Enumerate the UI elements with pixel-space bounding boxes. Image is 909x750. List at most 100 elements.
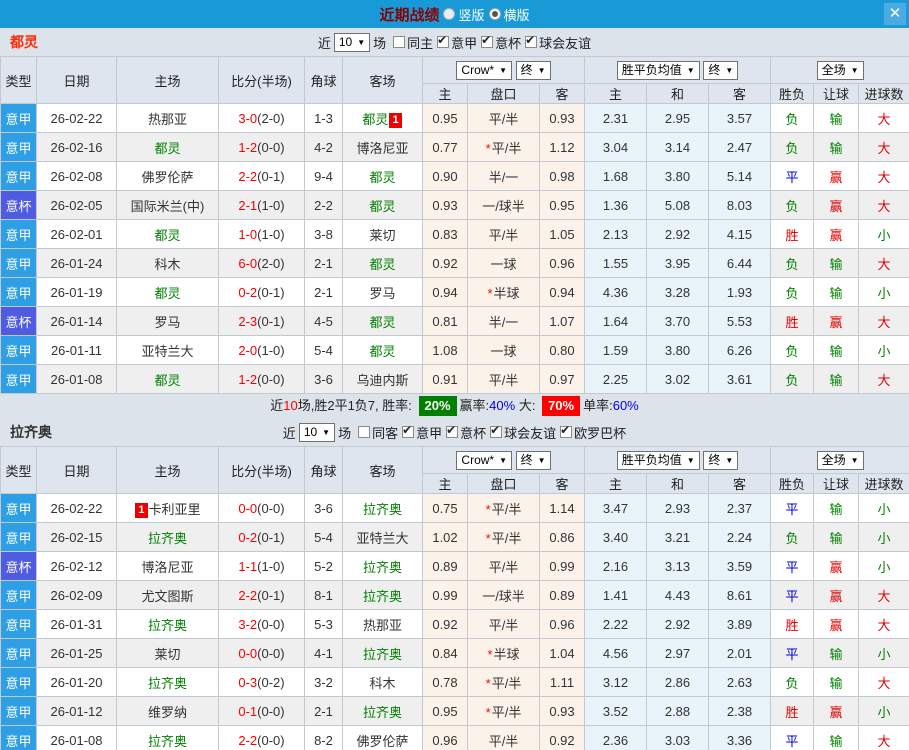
bookmaker-select[interactable]: Crow* ▼ — [456, 450, 513, 470]
handicap-line-cell: 一球 — [467, 248, 540, 278]
handicap-result-cell: 赢 — [813, 161, 860, 191]
halftime-score: (1-0) — [257, 226, 285, 242]
horizontal-layout-radio[interactable]: 横版 — [488, 5, 530, 24]
odds-home-cell: 0.77 — [422, 132, 468, 162]
bookmaker-select[interactable]: Crow* ▼ — [456, 60, 513, 80]
goals-result-cell: 大 — [858, 725, 909, 750]
filter-checkbox-欧罗巴杯[interactable]: 欧罗巴杯 — [560, 423, 626, 442]
avg-type-select[interactable]: 胜平负均值 ▼ — [616, 60, 700, 80]
avg-time-select[interactable]: 终 ▼ — [703, 450, 739, 470]
outcome-cell: 平 — [770, 551, 815, 581]
filter-checkbox-意杯[interactable]: 意杯 — [481, 33, 521, 52]
handicap-line-cell: 半/一 — [467, 161, 540, 191]
team-label: 热那亚 — [362, 617, 402, 633]
team-label: 都灵 — [154, 372, 181, 388]
away-team-cell: 拉齐奥 — [342, 696, 423, 726]
filter-checkbox-球会友谊[interactable]: 球会友谊 — [525, 33, 591, 52]
avg-away-cell: 2.24 — [707, 522, 772, 552]
fulltime-score: 6-0 — [238, 255, 258, 271]
goals-result-cell: 大 — [858, 103, 909, 133]
odds-time-select[interactable]: 终 ▼ — [515, 450, 551, 470]
radio-icon — [443, 8, 456, 20]
outcome-cell: 负 — [770, 248, 815, 278]
filter-checkbox-label: 球会友谊 — [504, 425, 557, 441]
halftime-score: (0-0) — [257, 645, 285, 661]
halftime-score: (0-0) — [257, 703, 285, 719]
league-cell: 意杯 — [0, 306, 37, 336]
outcome-cell: 胜 — [770, 696, 815, 726]
close-button[interactable]: ✕ — [884, 3, 906, 25]
filter-checkbox-label: 球会友谊 — [539, 35, 592, 51]
away-team-cell: 都灵 1 — [342, 103, 423, 133]
score-cell: 3-0(2-0) — [218, 103, 305, 133]
near-count-select[interactable]: 10 ▼ — [298, 422, 336, 442]
odds-home-cell: 0.83 — [422, 219, 468, 249]
filter-checkbox-球会友谊[interactable]: 球会友谊 — [490, 423, 556, 442]
subcol-line: 盘口 — [467, 83, 540, 104]
fullmatch-select[interactable]: 全场 ▼ — [816, 450, 864, 470]
chevron-down-icon: ▼ — [686, 65, 695, 75]
date-cell: 26-02-09 — [36, 580, 117, 610]
corners-cell: 5-4 — [304, 522, 343, 552]
subcol-avg-home: 主 — [584, 83, 647, 104]
vertical-radio-label: 竖版 — [458, 7, 485, 23]
match-row: 意甲 26-01-12 维罗纳 0-1(0-0) 2-1 拉齐奥 0.95 *平/半 0.93 3… — [0, 696, 909, 726]
team-label: 亚特兰大 — [141, 343, 194, 359]
avg-draw-cell: 2.86 — [646, 667, 709, 697]
team-label: 拉齐奥 — [362, 559, 402, 575]
team-label: 国际米兰(中) — [130, 198, 205, 214]
goals-result-cell: 大 — [858, 132, 909, 162]
games-label: 场 — [373, 35, 387, 51]
match-row: 意甲 26-01-08 拉齐奥 2-2(0-0) 8-2 佛罗伦萨 0.96 平/半 0.92 2… — [0, 725, 909, 750]
avg-home-cell: 2.16 — [584, 551, 647, 581]
subcol-handicap: 让球 — [813, 83, 860, 104]
fullmatch-select[interactable]: 全场 ▼ — [816, 60, 864, 80]
vertical-layout-radio[interactable]: 竖版 — [443, 5, 485, 24]
halftime-score: (0-0) — [257, 371, 285, 387]
avg-away-cell: 3.57 — [707, 103, 772, 133]
col-league: 类型 — [0, 446, 37, 494]
win-odds-label: 赢率: — [459, 398, 490, 413]
filter-checkbox-意甲[interactable]: 意甲 — [402, 423, 442, 442]
odds-home-cell: 0.94 — [422, 277, 468, 307]
avg-away-cell: 8.61 — [707, 580, 772, 610]
outcome-cell: 负 — [770, 364, 815, 394]
league-cell: 意甲 — [0, 580, 37, 610]
home-team-cell: 尤文图斯 — [116, 580, 219, 610]
near-count-select[interactable]: 10 ▼ — [333, 32, 371, 52]
chevron-down-icon: ▼ — [725, 455, 734, 465]
date-cell: 26-02-15 — [36, 522, 117, 552]
near-count-value: 10 — [338, 34, 353, 49]
avg-away-cell: 2.47 — [707, 132, 772, 162]
avg-draw-cell: 3.21 — [646, 522, 709, 552]
away-team-cell: 拉齐奥 — [342, 580, 423, 610]
filter-row: 拉齐奥 近 10 ▼ 场 同客 意甲 意杯 球会友谊 欧罗巴杯 — [0, 418, 909, 446]
odds-time-select[interactable]: 终 ▼ — [515, 60, 551, 80]
filter-checkbox-同客[interactable]: 同客 — [358, 423, 398, 442]
chevron-down-icon: ▼ — [725, 65, 734, 75]
filter-checkbox-意杯[interactable]: 意杯 — [446, 423, 486, 442]
goals-result-cell: 小 — [858, 638, 909, 668]
odds-home-cell: 0.89 — [422, 551, 468, 581]
match-row: 意甲 26-01-24 科木 6-0(2-0) 2-1 都灵 0.92 一球 0.96 1.55 3… — [0, 248, 909, 278]
checkbox-icon — [490, 423, 503, 438]
league-cell: 意甲 — [0, 493, 37, 523]
odds-home-cell: 0.84 — [422, 638, 468, 668]
fulltime-score: 3-2 — [238, 616, 258, 632]
avg-type-select[interactable]: 胜平负均值 ▼ — [616, 450, 700, 470]
avg-away-cell: 2.37 — [707, 493, 772, 523]
date-cell: 26-02-16 — [36, 132, 117, 162]
avg-group-header: 胜平负均值 ▼ 终 ▼ — [583, 56, 772, 84]
date-cell: 26-01-25 — [36, 638, 117, 668]
filter-checkbox-意甲[interactable]: 意甲 — [437, 33, 477, 52]
date-cell: 26-01-24 — [36, 248, 117, 278]
near-count-value: 10 — [303, 424, 318, 439]
home-team-cell: 拉齐奥 — [116, 725, 219, 750]
league-cell: 意甲 — [0, 219, 37, 249]
handicap-line-cell: *平/半 — [467, 696, 540, 726]
odds-home-cell: 1.08 — [422, 335, 468, 365]
odds-away-cell: 0.94 — [539, 277, 585, 307]
avg-time-select[interactable]: 终 ▼ — [703, 60, 739, 80]
league-cell: 意甲 — [0, 638, 37, 668]
filter-checkbox-同主[interactable]: 同主 — [393, 33, 433, 52]
